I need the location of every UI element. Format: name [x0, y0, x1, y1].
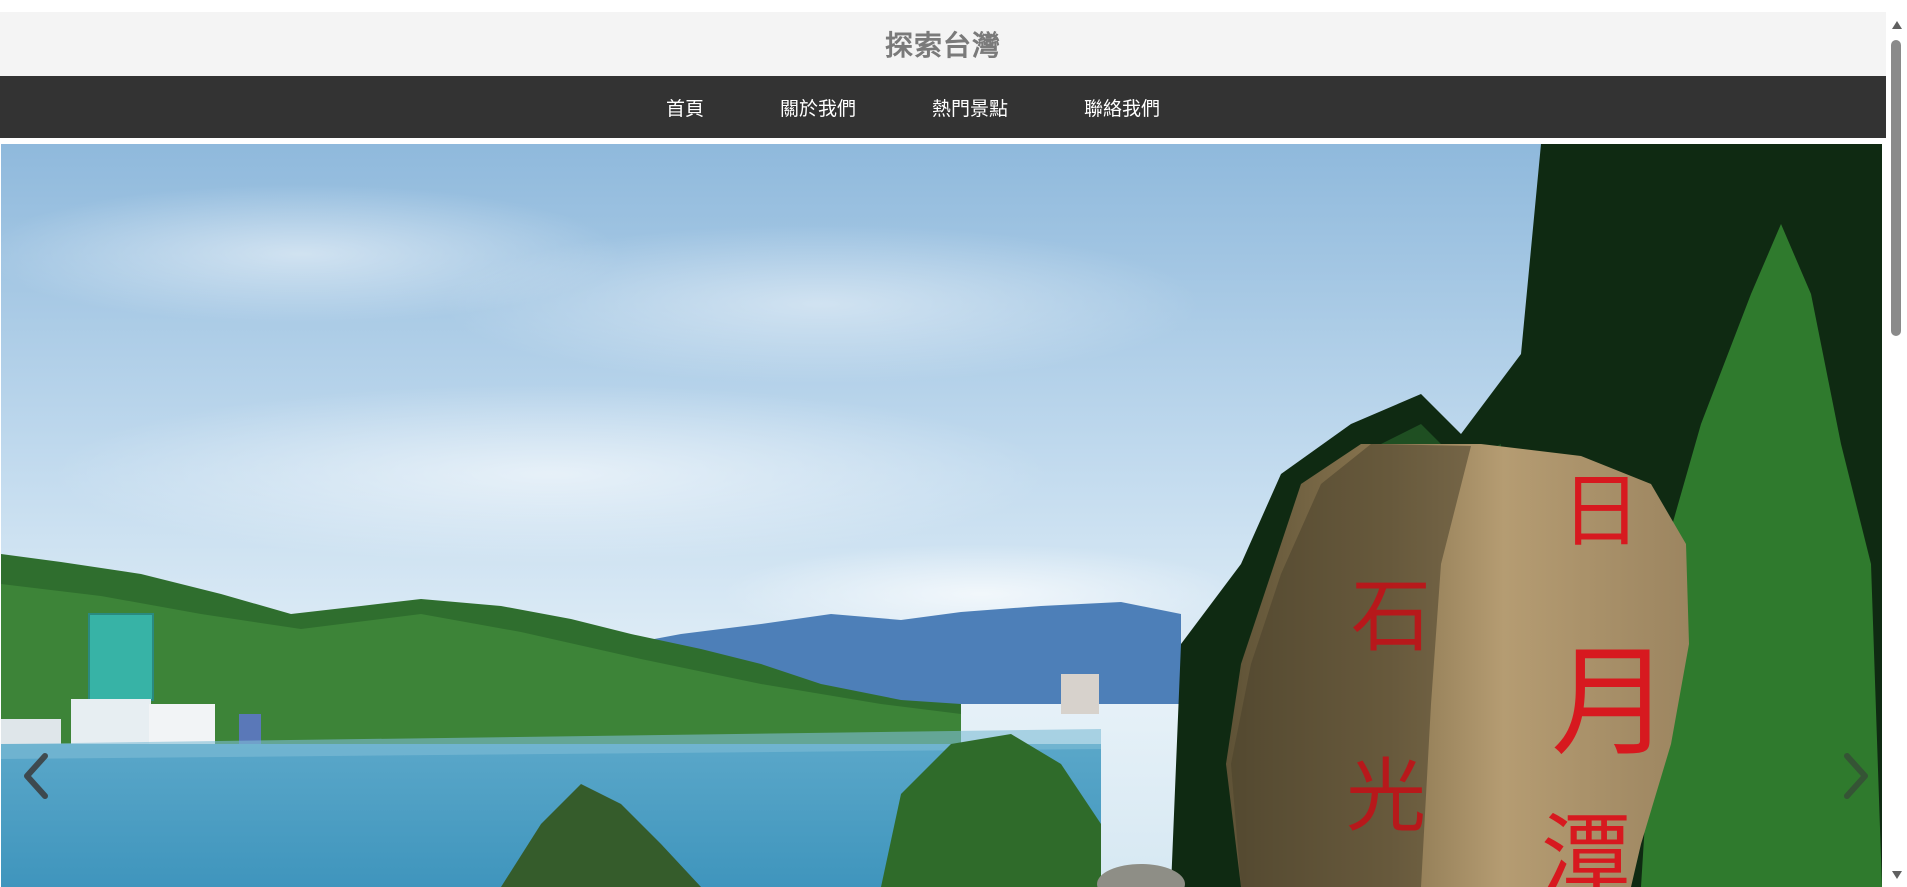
- stone-char-5: 光: [1346, 750, 1426, 843]
- site-title: 探索台灣: [884, 29, 1001, 62]
- scrollbar-thumb[interactable]: [1891, 40, 1901, 336]
- carousel-prev-button[interactable]: [14, 748, 58, 804]
- carousel-next-button[interactable]: [1834, 748, 1878, 804]
- main-navbar: 首頁 關於我們 熱門景點 聯絡我們: [0, 76, 1886, 138]
- nav-item-about[interactable]: 關於我們: [780, 94, 856, 121]
- triangle-down-icon: [1891, 871, 1902, 879]
- triangle-up-icon: [1891, 21, 1902, 29]
- scroll-down-button[interactable]: [1886, 866, 1907, 884]
- carousel-slide-image: 日 月 潭 石 光: [1, 144, 1882, 887]
- vertical-scrollbar[interactable]: [1886, 0, 1907, 887]
- page: 探索台灣 首頁 關於我們 熱門景點 聯絡我們 日 月 潭 石 光: [0, 0, 1886, 887]
- stone-char-1: 日: [1561, 465, 1641, 558]
- image-carousel: 日 月 潭 石 光: [1, 144, 1882, 887]
- stone-char-3: 潭: [1541, 804, 1631, 887]
- chevron-right-icon: [1844, 753, 1868, 799]
- chevron-left-icon: [24, 753, 48, 799]
- site-header: 探索台灣: [0, 12, 1886, 76]
- stone-char-2: 月: [1551, 634, 1671, 773]
- scroll-up-button[interactable]: [1886, 16, 1907, 34]
- nav-item-attractions[interactable]: 熱門景點: [932, 94, 1008, 121]
- nav-item-home[interactable]: 首頁: [666, 94, 704, 121]
- stone-char-4: 石: [1351, 570, 1431, 663]
- nav-item-contact[interactable]: 聯絡我們: [1084, 94, 1160, 121]
